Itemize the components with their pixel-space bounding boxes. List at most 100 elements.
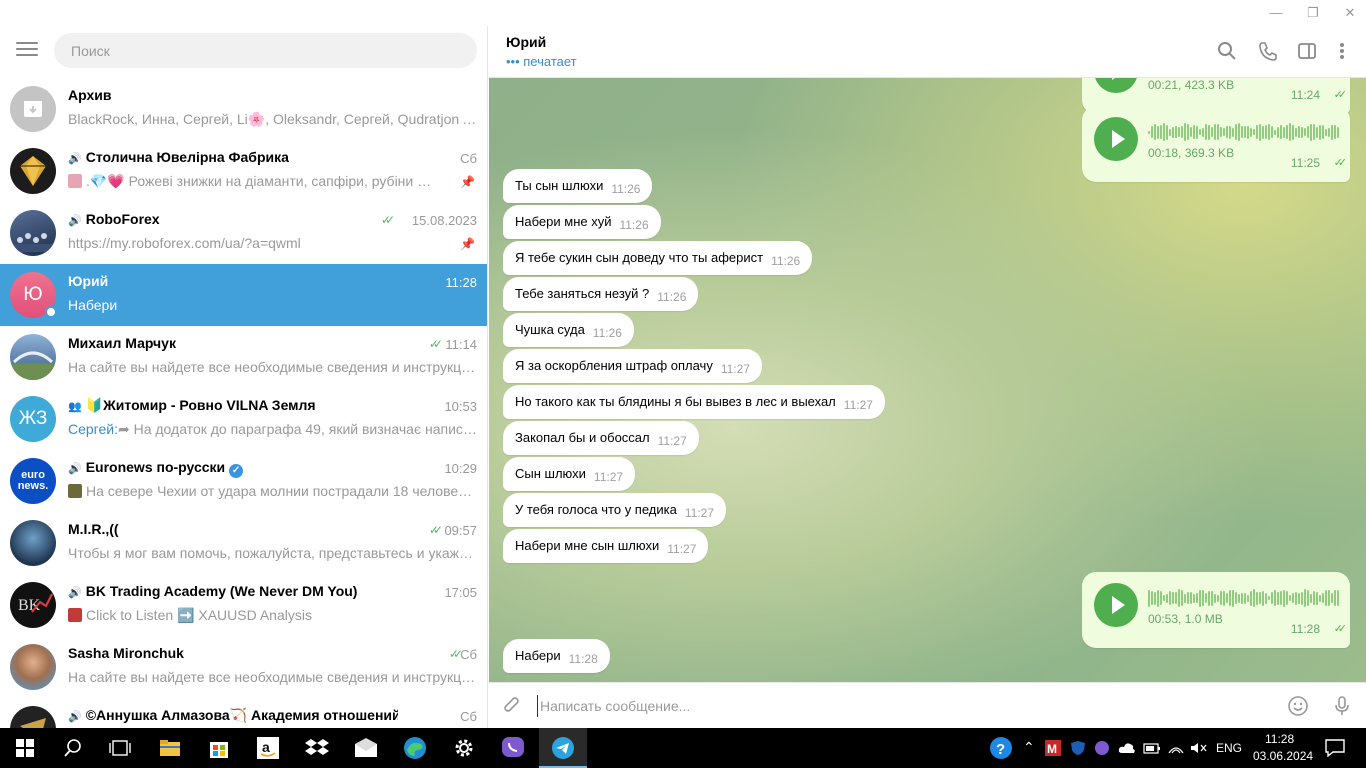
chat-item-mir[interactable]: M.I.R.,(( ✓✓ 09:57 Чтобы я мог вам помоч…	[0, 512, 487, 574]
voice-message[interactable]: 00:18, 369.3 KB 11:25 ✓✓	[1082, 106, 1350, 182]
waveform-bar	[1322, 593, 1324, 603]
search-input[interactable]	[54, 33, 477, 68]
volume-muted-icon[interactable]	[1189, 735, 1209, 761]
incoming-message[interactable]: Чушка суда 11:26	[503, 313, 634, 347]
message-time: 11:26	[592, 326, 622, 340]
clock-date[interactable]: 03.06.2024	[1253, 749, 1313, 763]
microphone-icon[interactable]	[1331, 695, 1353, 717]
read-check-icon: ✓✓	[1333, 89, 1348, 101]
message-time: 11:27	[593, 470, 624, 484]
incoming-message[interactable]: Набери 11:28	[503, 639, 610, 673]
chat-item-zhytomyr-group[interactable]: ЖЗ 👥 🔰Житомир - Ровно VILNA Земля 10:53 С…	[0, 388, 487, 450]
windows-taskbar: a ? ⌃ M ENG 11:28 03.06.2024	[0, 728, 1366, 768]
clock-time[interactable]: 11:28	[1265, 732, 1294, 746]
help-icon[interactable]: ?	[988, 735, 1014, 761]
play-button-icon[interactable]	[1094, 117, 1138, 161]
close-button[interactable]: ✕	[1335, 4, 1365, 22]
chat-item-sasha-mironchuk[interactable]: Sasha Mironchuk ✓✓ Сб На сайте вы найдет…	[0, 636, 487, 698]
restore-button[interactable]: ❐	[1298, 4, 1328, 22]
chat-item-euronews[interactable]: euro news. 🔊 Euronews по-русски ✓ 10:29 Н…	[0, 450, 487, 512]
chat-item-bk-trading[interactable]: BK 🔊 BK Trading Academy (We Never DM You)…	[0, 574, 487, 636]
minimize-button[interactable]: —	[1261, 4, 1291, 22]
incoming-message[interactable]: Ты сын шлюхи 11:26	[503, 169, 653, 203]
sidebar-toggle-icon[interactable]	[1296, 40, 1318, 62]
emoji-icon[interactable]	[1287, 695, 1309, 717]
waveform-bar	[1238, 123, 1240, 141]
wifi-icon[interactable]	[1166, 735, 1186, 761]
incoming-message[interactable]: Набери мне сын шлюхи 11:27	[503, 529, 709, 563]
waveform-bar	[1250, 590, 1252, 606]
waveform-bar	[1292, 124, 1294, 140]
chat-item-annushka[interactable]: 🔊 ©Аннушка Алмазова🏹 Академия отношений С…	[0, 698, 487, 728]
chat-item-roboforex[interactable]: 🔊 RoboForex ✓✓ 15.08.2023 https://my.robo…	[0, 202, 487, 264]
waveform-bar	[1220, 127, 1222, 137]
file-explorer-icon[interactable]	[157, 735, 183, 761]
chat-item-jewelry-factory[interactable]: 🔊 Столична Ювелірна Фабрика Сб .💎💗 Рожеві…	[0, 140, 487, 202]
hamburger-menu-icon[interactable]	[16, 42, 38, 60]
battery-icon[interactable]	[1142, 735, 1162, 761]
incoming-message[interactable]: Сын шлюхи 11:27	[503, 457, 636, 491]
chat-preview: Набери	[68, 297, 118, 313]
viber-tray-icon[interactable]	[1093, 735, 1111, 761]
waveform-bar	[1265, 592, 1267, 604]
incoming-message[interactable]: У тебя голоса что у педика 11:27	[503, 493, 726, 527]
chat-title[interactable]: Юрий	[506, 34, 546, 50]
online-indicator	[45, 306, 57, 318]
waveform-bar	[1220, 591, 1222, 605]
voice-message[interactable]: 00:53, 1.0 MB 11:28 ✓✓	[1082, 572, 1350, 648]
microsoft-store-icon[interactable]	[206, 735, 232, 761]
dropbox-icon[interactable]	[304, 735, 330, 761]
pin-icon: 📌	[460, 175, 475, 189]
message-input[interactable]	[537, 695, 1277, 717]
incoming-message[interactable]: Я тебе сукин сын доведу что ты аферист 11…	[503, 241, 813, 275]
search-icon[interactable]	[1216, 40, 1238, 62]
play-button-icon[interactable]	[1094, 78, 1138, 93]
cloud-icon[interactable]	[1117, 735, 1137, 761]
waveform-bar	[1277, 126, 1279, 138]
shield-icon[interactable]	[1069, 735, 1087, 761]
incoming-message[interactable]: Я за оскорбления штраф оплачу 11:27	[503, 349, 762, 383]
language-indicator[interactable]: ENG	[1216, 741, 1242, 755]
waveform-bar	[1310, 593, 1312, 603]
waveform-bar	[1151, 126, 1153, 138]
amazon-icon[interactable]: a	[255, 735, 281, 761]
incoming-message[interactable]: Закопал бы и обоссал 11:27	[503, 421, 699, 455]
message-area[interactable]: 00:21, 423.3 KB 11:24 ✓✓ 00:18, 369.3 KB…	[489, 78, 1366, 682]
waveform-bar	[1229, 125, 1231, 139]
waveform-bar	[1202, 127, 1204, 137]
play-button-icon[interactable]	[1094, 583, 1138, 627]
phone-icon[interactable]	[1257, 40, 1279, 62]
edge-browser-icon[interactable]	[402, 735, 428, 761]
chat-item-mikhail-marchuk[interactable]: Михаил Марчук ✓✓ 11:14 На сайте вы найде…	[0, 326, 487, 388]
antivirus-icon[interactable]: M	[1044, 735, 1062, 761]
waveform-bar	[1205, 593, 1207, 603]
search-icon[interactable]	[60, 735, 86, 761]
chat-preview: https://my.roboforex.com/ua/?a=qwml	[68, 235, 301, 251]
voice-meta: 00:21, 423.3 KB	[1148, 78, 1235, 92]
attach-icon[interactable]	[501, 695, 523, 717]
waveform-bar	[1232, 589, 1234, 607]
waveform-bar	[1253, 589, 1255, 607]
waveform[interactable]	[1148, 588, 1340, 608]
task-view-icon[interactable]	[107, 735, 133, 761]
waveform-bar	[1208, 124, 1210, 140]
more-options-icon[interactable]	[1331, 40, 1353, 62]
waveform-bar	[1244, 592, 1246, 604]
incoming-message[interactable]: Но такого как ты блядины я бы вывез в ле…	[503, 385, 885, 419]
incoming-message[interactable]: Набери мне хуй 11:26	[503, 205, 661, 239]
avatar: euro news.	[10, 458, 56, 504]
windows-start-icon[interactable]	[12, 735, 38, 761]
notifications-icon[interactable]	[1322, 735, 1348, 761]
group-icon: 👥	[68, 401, 82, 413]
incoming-message[interactable]: Тебе заняться незуй ? 11:26	[503, 277, 699, 311]
waveform-bar	[1154, 591, 1156, 605]
viber-icon[interactable]	[500, 735, 526, 761]
avatar	[10, 210, 56, 256]
telegram-icon[interactable]	[550, 735, 576, 761]
chevron-up-icon[interactable]: ⌃	[1023, 739, 1035, 756]
settings-icon[interactable]	[451, 735, 477, 761]
waveform[interactable]	[1148, 122, 1340, 142]
chat-item-archive[interactable]: Архив BlackRock, Инна, Сергей, Li🌸, Olek…	[0, 78, 487, 140]
mail-icon[interactable]	[353, 735, 379, 761]
chat-item-yuriy[interactable]: Ю Юрий 11:28 Набери	[0, 264, 487, 326]
